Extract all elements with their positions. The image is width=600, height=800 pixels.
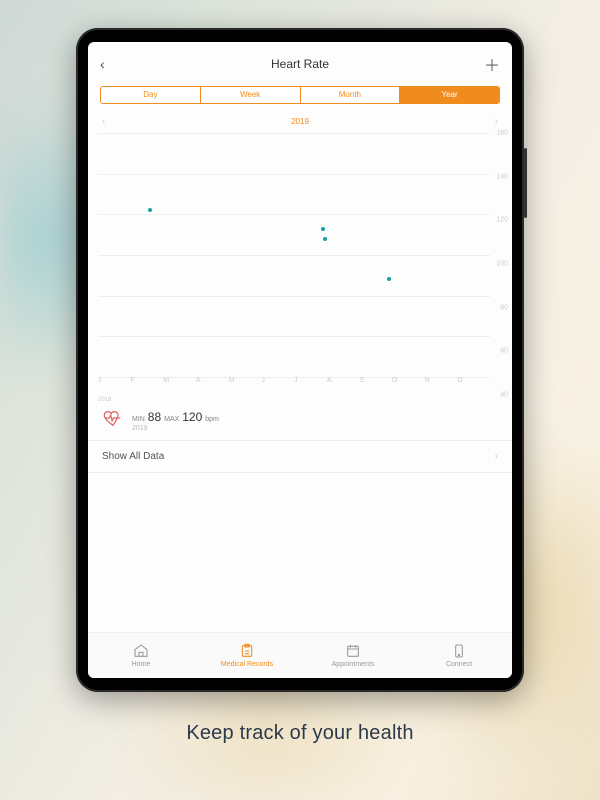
data-point xyxy=(387,277,391,281)
x-tick-label: A xyxy=(196,377,229,395)
gridline xyxy=(98,214,490,215)
data-point xyxy=(148,208,152,212)
segment-year[interactable]: Year xyxy=(400,87,499,103)
x-tick-label: J xyxy=(261,377,294,395)
header: ‹ Heart Rate ＋ xyxy=(88,42,512,84)
tab-label: Appointments xyxy=(332,661,375,668)
connect-icon xyxy=(450,643,468,659)
tab-connect[interactable]: Connect xyxy=(406,633,512,678)
x-tick-label: A xyxy=(327,377,360,395)
show-all-label: Show All Data xyxy=(102,451,164,462)
segment-month[interactable]: Month xyxy=(301,87,401,103)
x-tick-label: S xyxy=(359,377,392,395)
heart-pulse-icon xyxy=(102,407,124,434)
x-tick-label: N xyxy=(425,377,458,395)
home-icon xyxy=(132,643,150,659)
tab-bar: Home Medical Records Appointments xyxy=(88,632,512,678)
tablet-frame: ‹ Heart Rate ＋ Day Week Month Year ‹ 201… xyxy=(76,28,524,692)
period-label: 2019 xyxy=(291,117,309,126)
max-value: 120 xyxy=(182,410,202,424)
add-button[interactable]: ＋ xyxy=(484,52,500,76)
tab-label: Home xyxy=(132,661,151,668)
show-all-data-row[interactable]: Show All Data › xyxy=(88,440,512,473)
tab-home[interactable]: Home xyxy=(88,633,194,678)
tab-medical-records[interactable]: Medical Records xyxy=(194,633,300,678)
segment-week[interactable]: Week xyxy=(201,87,301,103)
x-tick-label: M xyxy=(163,377,196,395)
y-tick-label: 140 xyxy=(496,173,508,180)
data-point xyxy=(321,227,325,231)
x-tick-label: J xyxy=(294,377,327,395)
gridline xyxy=(98,336,490,337)
period-navigator: ‹ 2019 › xyxy=(88,112,512,129)
range-segmented-control: Day Week Month Year xyxy=(100,86,500,104)
data-point xyxy=(323,237,327,241)
segment-day[interactable]: Day xyxy=(101,87,201,103)
y-tick-label: 80 xyxy=(500,304,508,311)
x-tick-label: M xyxy=(229,377,262,395)
y-tick-label: 100 xyxy=(496,261,508,268)
page-title: Heart Rate xyxy=(271,57,329,71)
summary-subtext: 2019 xyxy=(132,425,219,432)
gridline xyxy=(98,133,490,134)
records-icon xyxy=(238,643,256,659)
x-axis-footer: 2019 xyxy=(98,397,111,403)
tab-label: Connect xyxy=(446,661,472,668)
min-value: 88 xyxy=(148,410,161,424)
x-tick-label: F xyxy=(131,377,164,395)
calendar-icon xyxy=(344,643,362,659)
next-period-button[interactable]: › xyxy=(495,116,498,127)
summary-row: MIN 88 MAX 120 bpm 2019 xyxy=(88,395,512,440)
x-tick-label: D xyxy=(457,377,490,395)
back-button[interactable]: ‹ xyxy=(100,56,116,72)
unit-label: bpm xyxy=(205,416,219,423)
max-label: MAX xyxy=(164,416,179,423)
gridline xyxy=(98,174,490,175)
heart-rate-chart: JFMAMJJASOND2019 406080100120140160 xyxy=(98,133,510,395)
empty-space xyxy=(88,473,512,632)
marketing-caption: Keep track of your health xyxy=(186,722,413,745)
tab-label: Medical Records xyxy=(221,661,273,668)
x-tick-label: O xyxy=(392,377,425,395)
x-tick-label: J xyxy=(98,377,131,395)
prev-period-button[interactable]: ‹ xyxy=(102,116,105,127)
y-tick-label: 160 xyxy=(496,130,508,137)
summary-text: MIN 88 MAX 120 bpm 2019 xyxy=(132,410,219,432)
chevron-right-icon: › xyxy=(495,451,498,462)
gridline xyxy=(98,296,490,297)
app-screen: ‹ Heart Rate ＋ Day Week Month Year ‹ 201… xyxy=(88,42,512,678)
min-label: MIN xyxy=(132,416,145,423)
y-tick-label: 60 xyxy=(500,348,508,355)
y-tick-label: 40 xyxy=(500,392,508,399)
tab-appointments[interactable]: Appointments xyxy=(300,633,406,678)
gridline xyxy=(98,255,490,256)
y-tick-label: 120 xyxy=(496,217,508,224)
